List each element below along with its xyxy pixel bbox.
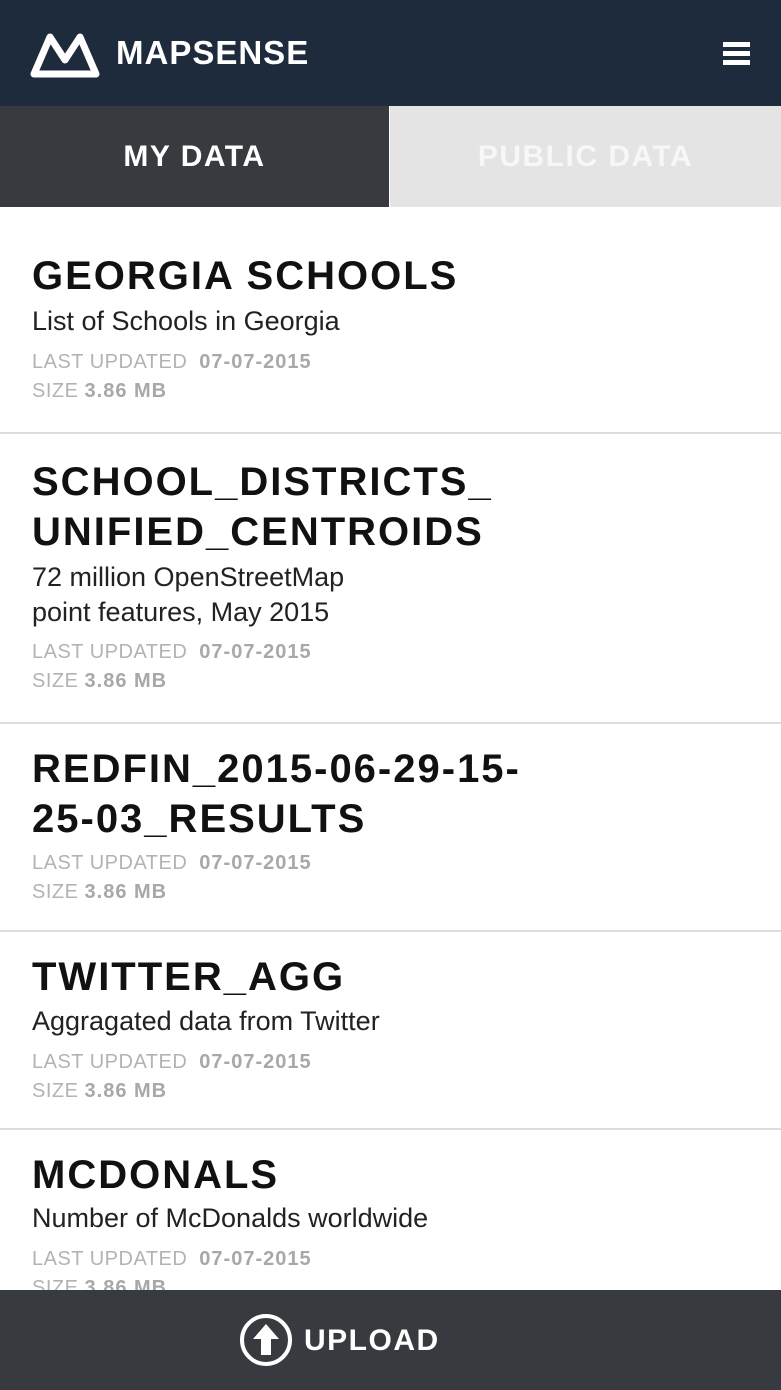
upload-label: UPLOAD bbox=[304, 1324, 440, 1357]
dataset-size: SIZE 3.86 MB bbox=[32, 1079, 167, 1103]
dataset-name-line-1: SCHOOL_DISTRICTS_ bbox=[32, 460, 493, 504]
mapsense-logo-icon bbox=[30, 33, 100, 78]
dataset-description: Aggragated data from Twitter bbox=[32, 1006, 380, 1036]
dataset-list: GEORGIA SCHOOLS List of Schools in Georg… bbox=[0, 207, 781, 1290]
dataset-item[interactable]: SCHOOL_DISTRICTS_ UNIFIED_CENTROIDS 72 m… bbox=[0, 434, 781, 724]
last-updated-label: LAST UPDATED bbox=[32, 641, 188, 663]
last-updated-label: LAST UPDATED bbox=[32, 852, 188, 874]
upload-button[interactable]: UPLOAD bbox=[0, 1290, 781, 1390]
dataset-size: SIZE 3.86 MB bbox=[32, 1276, 167, 1290]
size-value: 3.86 MB bbox=[84, 380, 168, 402]
dataset-description-line-1: 72 million OpenStreetMap bbox=[32, 562, 345, 592]
app-brand: MAPSENSE bbox=[116, 34, 310, 71]
size-value: 3.86 MB bbox=[84, 1080, 168, 1102]
app-header: MAPSENSE bbox=[0, 0, 781, 106]
dataset-size: SIZE 3.86 MB bbox=[32, 379, 167, 403]
tab-my-data[interactable]: MY DATA bbox=[0, 106, 389, 207]
dataset-item[interactable]: TWITTER_AGG Aggragated data from Twitter… bbox=[0, 932, 781, 1130]
data-tabs: MY DATA PUBLIC DATA bbox=[0, 106, 781, 207]
upload-arrow-circle-icon bbox=[240, 1314, 292, 1366]
dataset-item[interactable]: GEORGIA SCHOOLS List of Schools in Georg… bbox=[0, 207, 781, 434]
dataset-item[interactable]: REDFIN_2015-06-29-15- 25-03_RESULTS LAST… bbox=[0, 724, 781, 932]
dataset-name-line-2: UNIFIED_CENTROIDS bbox=[32, 510, 484, 554]
dataset-name: GEORGIA SCHOOLS bbox=[32, 254, 459, 298]
dataset-name: TWITTER_AGG bbox=[32, 955, 346, 999]
hamburger-menu-icon[interactable] bbox=[718, 38, 754, 68]
last-updated-label: LAST UPDATED bbox=[32, 1248, 188, 1270]
dataset-description: List of Schools in Georgia bbox=[32, 306, 340, 336]
size-label: SIZE bbox=[32, 380, 79, 402]
last-updated-label: LAST UPDATED bbox=[32, 351, 188, 373]
tab-public-data[interactable]: PUBLIC DATA bbox=[390, 106, 781, 207]
last-updated-value: 07-07-2015 bbox=[199, 852, 312, 874]
size-label: SIZE bbox=[32, 1080, 79, 1102]
last-updated-value: 07-07-2015 bbox=[199, 641, 312, 663]
last-updated-value: 07-07-2015 bbox=[199, 351, 312, 373]
dataset-description-line-2: point features, May 2015 bbox=[32, 597, 330, 627]
size-label: SIZE bbox=[32, 670, 79, 692]
dataset-description: Number of McDonalds worldwide bbox=[32, 1203, 429, 1233]
dataset-last-updated: LAST UPDATED 07-07-2015 bbox=[32, 1050, 312, 1074]
dataset-last-updated: LAST UPDATED 07-07-2015 bbox=[32, 640, 312, 664]
size-label: SIZE bbox=[32, 1277, 79, 1290]
dataset-item[interactable]: MCDONALS Number of McDonalds worldwide L… bbox=[0, 1130, 781, 1290]
last-updated-label: LAST UPDATED bbox=[32, 1051, 188, 1073]
size-label: SIZE bbox=[32, 881, 79, 903]
size-value: 3.86 MB bbox=[84, 881, 168, 903]
size-value: 3.86 MB bbox=[84, 670, 168, 692]
dataset-last-updated: LAST UPDATED 07-07-2015 bbox=[32, 1247, 312, 1271]
dataset-name: MCDONALS bbox=[32, 1153, 280, 1197]
dataset-last-updated: LAST UPDATED 07-07-2015 bbox=[32, 851, 312, 875]
last-updated-value: 07-07-2015 bbox=[199, 1051, 312, 1073]
dataset-size: SIZE 3.86 MB bbox=[32, 880, 167, 904]
dataset-size: SIZE 3.86 MB bbox=[32, 669, 167, 693]
size-value: 3.86 MB bbox=[84, 1277, 168, 1290]
last-updated-value: 07-07-2015 bbox=[199, 1248, 312, 1270]
dataset-last-updated: LAST UPDATED 07-07-2015 bbox=[32, 350, 312, 374]
dataset-name-line-2: 25-03_RESULTS bbox=[32, 797, 367, 841]
dataset-name-line-1: REDFIN_2015-06-29-15- bbox=[32, 747, 521, 791]
